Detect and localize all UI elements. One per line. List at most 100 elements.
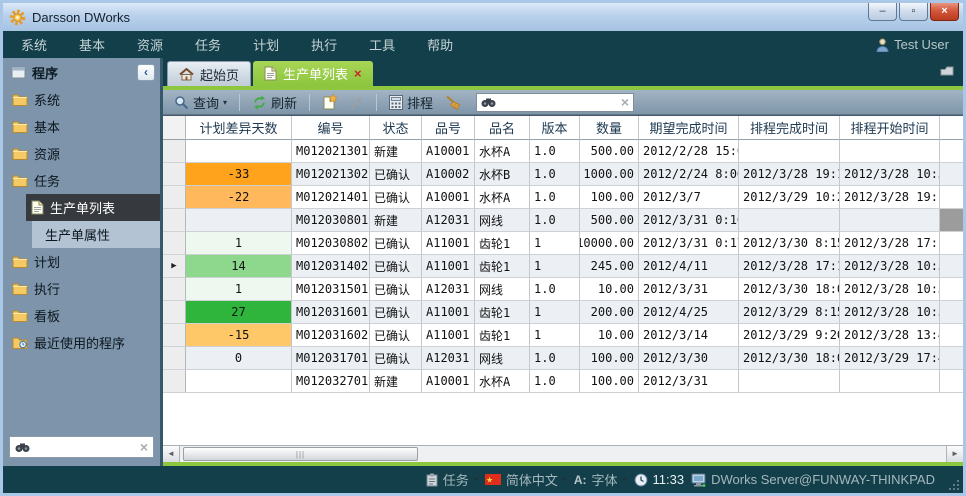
cell-item_no: A10001 bbox=[422, 140, 475, 163]
edit-button[interactable] bbox=[346, 94, 367, 111]
folder-icon bbox=[12, 147, 28, 160]
table-row[interactable]: 0M012031701已确认A12031网线1.0100.002012/3/30… bbox=[163, 347, 963, 370]
tab-close-icon[interactable]: × bbox=[354, 67, 362, 80]
column-header-expect_time[interactable]: 期望完成时间 bbox=[639, 116, 739, 140]
column-header-version[interactable]: 版本 bbox=[530, 116, 580, 140]
user-menu[interactable]: Test User bbox=[876, 37, 949, 52]
table-row[interactable]: 1M012030802已确认A11001齿轮1110000.002012/3/3… bbox=[163, 232, 963, 255]
cell-qty: 100.00 bbox=[580, 186, 639, 209]
status-font-menu[interactable]: A: 字体 ▾ bbox=[574, 470, 627, 489]
cell-version: 1 bbox=[530, 324, 580, 347]
sidebar-item-label: 生产单列表 bbox=[50, 198, 115, 217]
cell-version: 1 bbox=[530, 301, 580, 324]
column-header-item_name[interactable]: 品名 bbox=[475, 116, 530, 140]
menu-item-help[interactable]: 帮助 bbox=[427, 35, 453, 54]
server-icon bbox=[691, 473, 706, 487]
status-task-menu[interactable]: 任务 ▾ bbox=[426, 470, 478, 489]
column-header-sched_end_time[interactable]: 排程完成时间 bbox=[739, 116, 840, 140]
menu-item-task[interactable]: 任务 bbox=[195, 35, 221, 54]
scroll-right-button[interactable]: ► bbox=[946, 446, 963, 462]
sidebar-item-5[interactable]: 生产单属性 bbox=[32, 221, 160, 248]
sidebar-item-1[interactable]: 基本 bbox=[3, 113, 160, 140]
sidebar-item-7[interactable]: 执行 bbox=[3, 275, 160, 302]
row-gutter-cell bbox=[163, 209, 186, 232]
cell-sched_start_time bbox=[840, 209, 940, 232]
row-gutter-cell: ▶ bbox=[163, 255, 186, 278]
cell-code: M012030802 bbox=[292, 232, 370, 255]
menu-item-resource[interactable]: 资源 bbox=[137, 35, 163, 54]
document-icon bbox=[264, 66, 277, 81]
menu-item-execute[interactable]: 执行 bbox=[311, 35, 337, 54]
sidebar-item-0[interactable]: 系统 bbox=[3, 86, 160, 113]
binoculars-icon bbox=[481, 97, 496, 108]
column-header-qty[interactable]: 数量 bbox=[580, 116, 639, 140]
refresh-button[interactable]: 刷新 bbox=[249, 92, 300, 113]
menu-item-plan[interactable]: 计划 bbox=[253, 35, 279, 54]
sidebar-item-3[interactable]: 任务 bbox=[3, 167, 160, 194]
column-header-extra[interactable]: 前 bbox=[940, 116, 963, 140]
sidebar-item-6[interactable]: 计划 bbox=[3, 248, 160, 275]
column-header-code[interactable]: 编号 bbox=[292, 116, 370, 140]
status-font-label: 字体 bbox=[592, 470, 618, 489]
new-button[interactable] bbox=[319, 93, 340, 111]
sidebar-item-2[interactable]: 资源 bbox=[3, 140, 160, 167]
cell-item_name: 网线 bbox=[475, 347, 530, 370]
tab-list-icon[interactable] bbox=[939, 65, 955, 76]
table-row[interactable]: -33M012021302已确认A10002水杯B1.01000.002012/… bbox=[163, 163, 963, 186]
scroll-thumb[interactable]: ||| bbox=[183, 447, 418, 461]
toolbar-search-clear-icon[interactable]: × bbox=[621, 95, 629, 109]
sidebar-item-9[interactable]: 最近使用的程序 bbox=[3, 329, 160, 356]
column-header-diff[interactable]: 计划差异天数 bbox=[186, 116, 292, 140]
sidebar-search-clear-icon[interactable]: × bbox=[140, 440, 148, 454]
sidebar-collapse-button[interactable]: ‹ bbox=[137, 64, 155, 81]
cell-version: 1.0 bbox=[530, 186, 580, 209]
table-row[interactable]: M012030801新建A12031网线1.0500.002012/3/31 0… bbox=[163, 209, 963, 232]
menu-item-basic[interactable]: 基本 bbox=[79, 35, 105, 54]
sidebar-search-input[interactable] bbox=[34, 439, 136, 455]
scroll-left-button[interactable]: ◄ bbox=[163, 446, 180, 462]
table-header-row: 计划差异天数编号状态品号品名版本数量期望完成时间排程完成时间排程开始时间前 bbox=[163, 116, 963, 140]
tab-order-list[interactable]: 生产单列表 × bbox=[253, 61, 373, 86]
sidebar-item-8[interactable]: 看板 bbox=[3, 302, 160, 329]
status-language-menu[interactable]: ★ 简体中文 ▾ bbox=[485, 470, 567, 489]
cell-extra bbox=[940, 301, 963, 324]
column-header-status[interactable]: 状态 bbox=[370, 116, 422, 140]
cell-code: M012021301 bbox=[292, 140, 370, 163]
menu-item-system[interactable]: 系统 bbox=[21, 35, 47, 54]
font-icon: A: bbox=[574, 473, 587, 487]
toolbar-search-input[interactable] bbox=[500, 94, 617, 110]
table-row[interactable]: 27M012031601已确认A11001齿轮11200.002012/4/25… bbox=[163, 301, 963, 324]
clean-button[interactable] bbox=[442, 94, 464, 111]
cell-diff: 1 bbox=[186, 232, 292, 255]
table-row[interactable]: ▶14M012031402已确认A11001齿轮11245.002012/4/1… bbox=[163, 255, 963, 278]
status-task-label: 任务 bbox=[443, 470, 469, 489]
schedule-button[interactable]: 排程 bbox=[386, 92, 436, 113]
sidebar-spacer bbox=[3, 356, 160, 431]
folder-icon bbox=[12, 174, 28, 187]
table-row[interactable]: 1M012031501已确认A12031网线1.010.002012/3/312… bbox=[163, 278, 963, 301]
query-button[interactable]: 查询▾ bbox=[171, 92, 230, 113]
window-controls: – ▫ × bbox=[868, 3, 959, 21]
minimize-button[interactable]: – bbox=[868, 3, 897, 21]
tab-home[interactable]: 起始页 bbox=[167, 61, 251, 86]
table-row[interactable]: -22M012021401已确认A10001水杯A1.0100.002012/3… bbox=[163, 186, 963, 209]
cell-code: M012031501 bbox=[292, 278, 370, 301]
column-header-item_no[interactable]: 品号 bbox=[422, 116, 475, 140]
cell-item_name: 网线 bbox=[475, 278, 530, 301]
maximize-button[interactable]: ▫ bbox=[899, 3, 928, 21]
cell-expect_time: 2012/3/31 0:10 bbox=[639, 209, 739, 232]
menu-item-tools[interactable]: 工具 bbox=[369, 35, 395, 54]
resize-grip[interactable] bbox=[949, 480, 959, 490]
caret-down-icon: ▾ bbox=[223, 98, 227, 107]
table-row[interactable]: -15M012031602已确认A11001齿轮1110.002012/3/14… bbox=[163, 324, 963, 347]
horizontal-scrollbar[interactable]: ◄ ||| ► bbox=[163, 445, 963, 462]
close-button[interactable]: × bbox=[930, 3, 959, 21]
tab-label: 生产单列表 bbox=[283, 64, 348, 83]
table-row[interactable]: M012032701新建A10001水杯A1.0100.002012/3/31 bbox=[163, 370, 963, 393]
column-header-sched_start_time[interactable]: 排程开始时间 bbox=[840, 116, 940, 140]
table-row[interactable]: M012021301新建A10001水杯A1.0500.002012/2/28 … bbox=[163, 140, 963, 163]
cell-item_name: 水杯B bbox=[475, 163, 530, 186]
sidebar-item-4[interactable]: 生产单列表 bbox=[26, 194, 160, 221]
cell-diff: -15 bbox=[186, 324, 292, 347]
table-corner-cell bbox=[163, 116, 186, 140]
